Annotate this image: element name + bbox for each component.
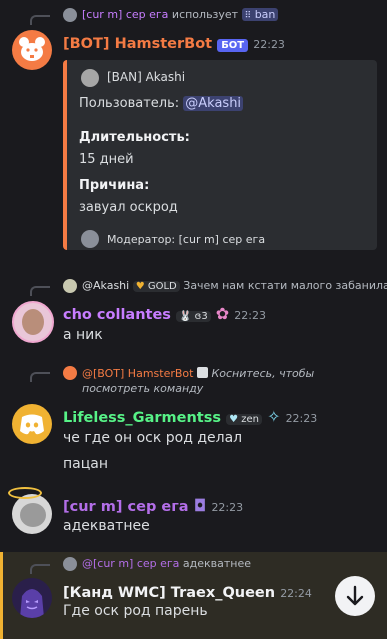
curm-avatar[interactable] [12,494,52,534]
reply-username[interactable]: [cur m] сер ега [82,8,168,21]
embed-author: [BAN] Akashi [107,70,186,84]
author-name[interactable]: [cur m] сер ега [63,499,189,515]
author-name[interactable]: cho collantes [63,307,171,323]
embed-duration-value: 15 дней [79,152,134,167]
cho-avatar[interactable] [12,301,54,343]
traex-avatar[interactable] [12,578,52,618]
timestamp: 22:23 [285,412,318,425]
hamsterbot-avatar[interactable] [12,30,52,70]
embed-author-avatar [81,69,99,87]
reply-avatar[interactable] [63,557,77,571]
embed-reason-value: завуал оскрод [79,200,178,215]
discord-icon [20,414,44,435]
embed-duration-label: Длительность: [79,130,190,145]
halo-icon [8,487,42,499]
reply-preview[interactable]: @Akashi ♥ GOLD Зачем нам кстати малого з… [82,279,387,292]
hamster-icon [19,37,45,61]
reply-preview[interactable]: [cur m] сер ега использует ⠿ ban [82,8,279,21]
message-text: адекватнее [63,518,150,534]
author-name[interactable]: [BOT] HamsterBot [63,36,212,52]
role-tag: 🐰 ɞ3 [176,311,211,322]
flower-icon: ✿ [215,304,230,323]
message-text: че где он оск род делал [63,430,243,446]
slash-command-icon [196,367,208,378]
lantern-icon: ◘ [193,496,207,515]
reply-connector [30,286,50,296]
bot-badge: БОТ [217,39,249,52]
reply-connector [30,15,50,25]
reply-connector [30,372,50,382]
reply-preview[interactable]: @[cur m] сер ега адекватнее [82,557,251,570]
reply-username[interactable]: @[cur m] сер ега [82,557,179,570]
embed-reason-label: Причина: [79,178,150,193]
reply-preview[interactable]: @[BOT] HamsterBot Коснитесь, чтобы посмо… [82,366,377,396]
jump-to-latest-button[interactable] [335,576,375,616]
embed-footer: Модератор: [cur m] сер ега [107,233,266,246]
role-tag: ♥ zen [226,414,262,425]
masked-figure-icon [20,589,44,618]
reply-avatar[interactable] [63,8,77,22]
reply-avatar[interactable] [63,279,77,293]
reply-connector [30,564,50,574]
embed-footer-avatar [81,230,99,248]
lifeless-avatar[interactable] [12,404,52,444]
arrow-down-icon [346,585,364,606]
command-chip[interactable]: ⠿ ban [241,8,279,21]
message-text: а ник [63,327,103,343]
reply-text: Зачем нам кстати малого забанила [183,279,387,292]
avatar-figure [20,503,46,527]
fairy-icon: ✧ [267,407,281,426]
timestamp: 22:23 [234,309,266,322]
author-name[interactable]: Lifeless_Garmentss [63,410,221,426]
gold-tag: ♥ GOLD [132,281,180,292]
message-text: Где оск род парень [63,603,208,619]
avatar-figure [22,309,44,335]
ban-embed: [BAN] Akashi Пользователь: @Akashi Длите… [63,60,377,250]
user-mention[interactable]: @Akashi [183,96,244,111]
timestamp: 22:24 [280,587,312,600]
message-text: пацан [63,456,108,472]
reply-username[interactable]: @Akashi [82,279,129,292]
timestamp: 22:23 [253,38,285,51]
reply-text: адекватнее [182,557,252,570]
timestamp: 22:23 [211,501,244,514]
embed-user-label: Пользователь: [79,96,180,111]
author-name[interactable]: [Канд WMC] Traex_Queen [63,585,275,601]
reply-avatar[interactable] [63,366,77,380]
reply-username[interactable]: @[BOT] HamsterBot [82,367,193,380]
reply-text: использует [171,8,239,21]
